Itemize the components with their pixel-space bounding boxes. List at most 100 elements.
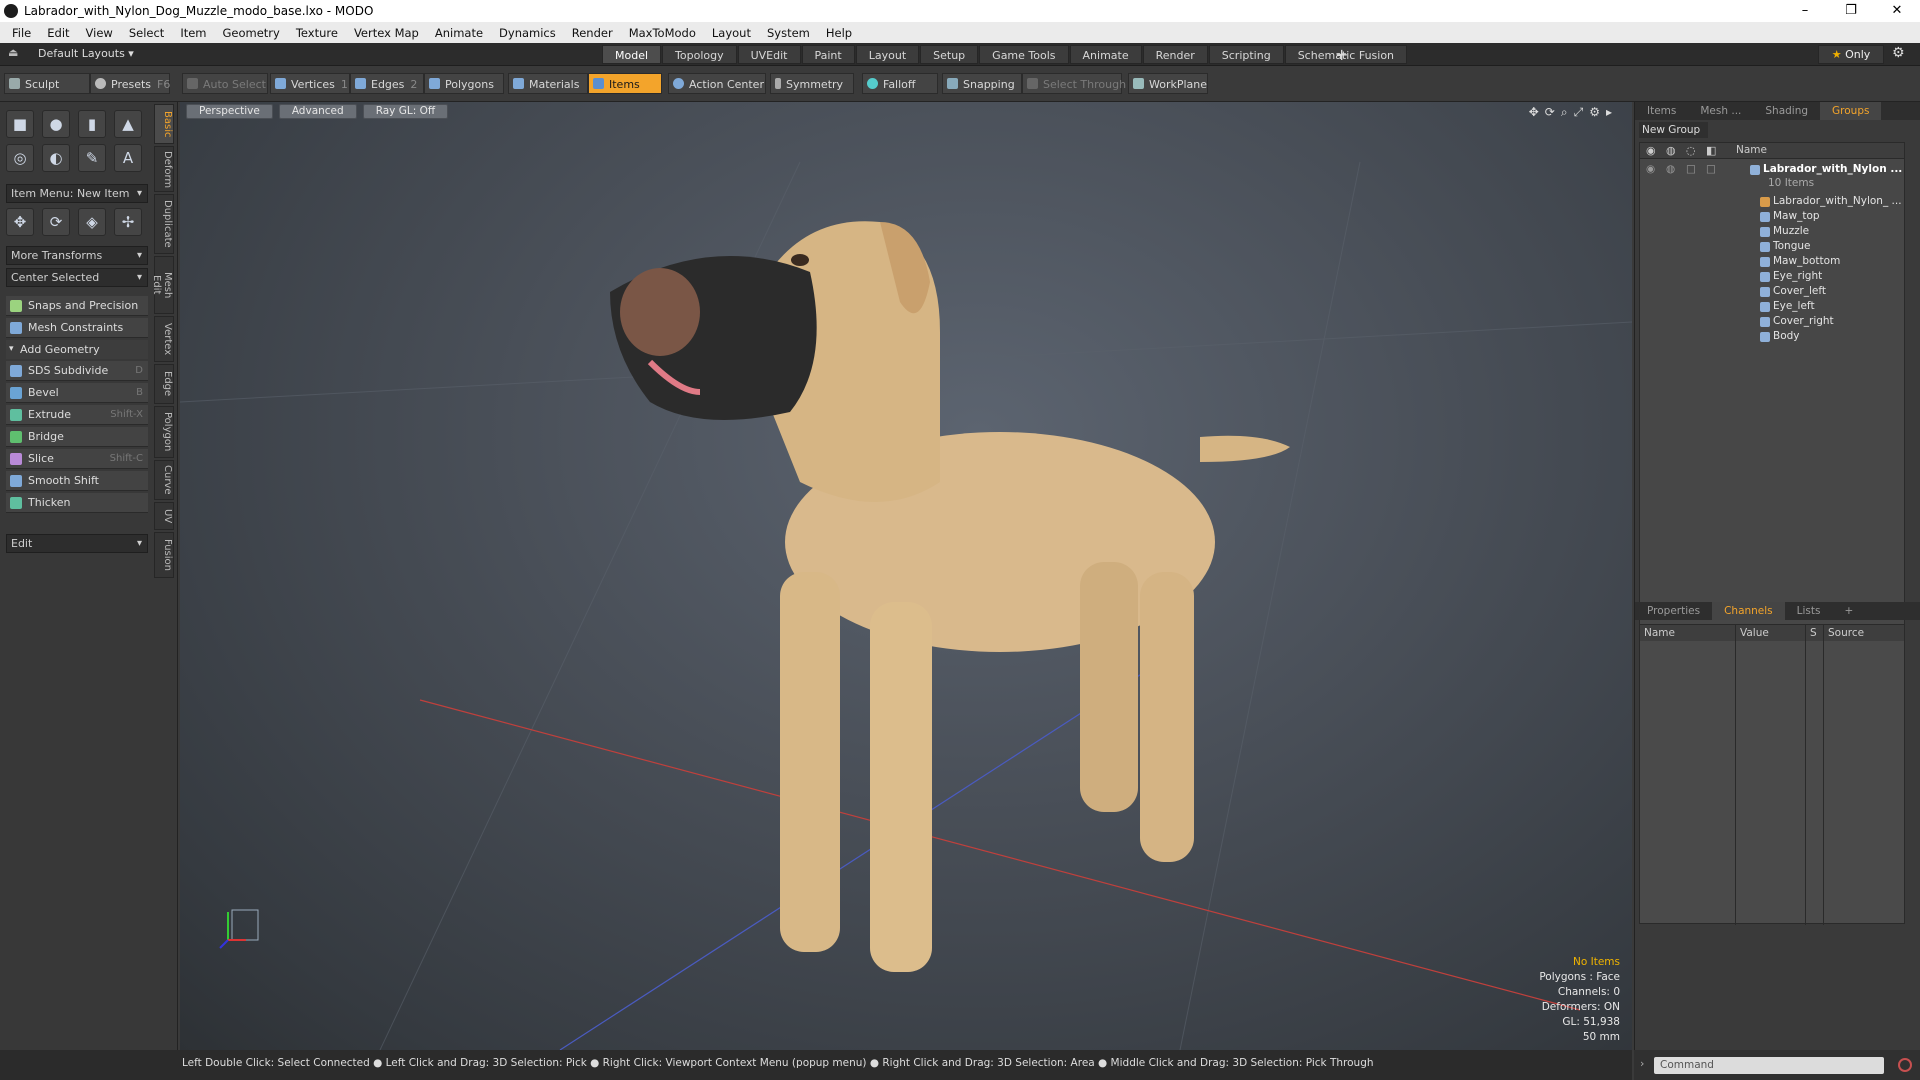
snaps-precision-button[interactable]: Snaps and Precision bbox=[6, 296, 148, 316]
torus-icon[interactable]: ◎ bbox=[6, 144, 34, 172]
edges-button[interactable]: Edges 2 bbox=[350, 73, 424, 94]
vtab-deform[interactable]: Deform bbox=[154, 146, 174, 192]
record-icon[interactable] bbox=[1898, 1058, 1912, 1072]
tab-game-tools[interactable]: Game Tools bbox=[979, 45, 1069, 64]
tab-render[interactable]: Render bbox=[1142, 45, 1208, 64]
render-toggle-icon[interactable]: ◍ bbox=[1666, 163, 1675, 175]
tab-items[interactable]: Items bbox=[1635, 102, 1688, 120]
minimize-button[interactable]: – bbox=[1782, 0, 1828, 22]
menu-texture[interactable]: Texture bbox=[288, 26, 346, 40]
restore-button[interactable]: ❐ bbox=[1828, 0, 1874, 22]
snapping-button[interactable]: Snapping bbox=[942, 73, 1022, 94]
polygons-button[interactable]: Polygons bbox=[424, 73, 504, 94]
close-button[interactable]: ✕ bbox=[1874, 0, 1920, 22]
tab-uvedit[interactable]: UVEdit bbox=[737, 45, 801, 64]
tab-topology[interactable]: Topology bbox=[662, 45, 737, 64]
eye-icon[interactable]: ◉ bbox=[1646, 163, 1655, 175]
tool-extrude[interactable]: Extrude Shift-X bbox=[6, 405, 148, 425]
vertices-button[interactable]: Vertices 1 bbox=[270, 73, 350, 94]
tab-layout[interactable]: Layout bbox=[855, 45, 920, 64]
move-icon[interactable]: ✥ bbox=[6, 208, 34, 236]
menu-system[interactable]: System bbox=[759, 26, 818, 40]
menu-maxtomodo[interactable]: MaxToModo bbox=[621, 26, 704, 40]
rotate-icon[interactable]: ⟳ bbox=[42, 208, 70, 236]
tool-bevel[interactable]: Bevel B bbox=[6, 383, 148, 403]
capsule-icon[interactable]: ◐ bbox=[42, 144, 70, 172]
command-input[interactable]: Command bbox=[1654, 1057, 1884, 1074]
tab-shading[interactable]: Shading bbox=[1753, 102, 1820, 120]
visibility-eye-icon[interactable]: ◉ bbox=[1646, 144, 1656, 157]
menu-layout[interactable]: Layout bbox=[704, 26, 759, 40]
tab-paint[interactable]: Paint bbox=[801, 45, 855, 64]
vtab-duplicate[interactable]: Duplicate bbox=[154, 194, 174, 254]
raygl-button[interactable]: Ray GL: Off bbox=[362, 104, 449, 119]
select-toggle-icon[interactable]: □ bbox=[1706, 163, 1716, 175]
item-menu-dropdown[interactable]: Item Menu: New Item bbox=[6, 184, 148, 203]
viewport-settings-icon[interactable]: ⚙ bbox=[1589, 105, 1606, 119]
menu-edit[interactable]: Edit bbox=[39, 26, 77, 40]
symmetry-button[interactable]: Symmetry bbox=[770, 73, 854, 94]
vtab-fusion[interactable]: Fusion bbox=[154, 532, 174, 578]
cone-icon[interactable]: ▲ bbox=[114, 110, 142, 138]
auto-select-button[interactable]: Auto Select bbox=[182, 73, 268, 94]
lock-toggle-icon[interactable]: □ bbox=[1686, 163, 1696, 175]
menu-select[interactable]: Select bbox=[121, 26, 172, 40]
menu-vertex-map[interactable]: Vertex Map bbox=[346, 26, 427, 40]
tab-model[interactable]: Model bbox=[602, 45, 662, 64]
layout-pin-icon[interactable]: ⏏ bbox=[8, 46, 18, 59]
menu-help[interactable]: Help bbox=[818, 26, 860, 40]
cylinder-icon[interactable]: ▮ bbox=[78, 110, 106, 138]
tab-lists[interactable]: Lists bbox=[1785, 602, 1833, 620]
mesh-constraints-button[interactable]: Mesh Constraints bbox=[6, 318, 148, 338]
menu-item[interactable]: Item bbox=[172, 26, 214, 40]
menu-render[interactable]: Render bbox=[564, 26, 621, 40]
only-toggle[interactable]: ★ Only bbox=[1818, 45, 1884, 64]
tab-scripting[interactable]: Scripting bbox=[1208, 45, 1284, 64]
action-center-button[interactable]: Action Center bbox=[668, 73, 766, 94]
tab-setup[interactable]: Setup bbox=[920, 45, 979, 64]
items-button[interactable]: Items bbox=[588, 73, 662, 94]
tool-sds-subdivide[interactable]: SDS Subdivide D bbox=[6, 361, 148, 381]
labrador-model[interactable] bbox=[610, 221, 1290, 972]
viewport-expand-icon[interactable]: ▸ bbox=[1606, 105, 1618, 119]
vtab-vertex[interactable]: Vertex bbox=[154, 316, 174, 362]
tab-groups[interactable]: Groups bbox=[1820, 102, 1882, 120]
scale-icon[interactable]: ◈ bbox=[78, 208, 106, 236]
pen-icon[interactable]: ✎ bbox=[78, 144, 106, 172]
menu-dynamics[interactable]: Dynamics bbox=[491, 26, 564, 40]
more-transforms-dropdown[interactable]: More Transforms bbox=[6, 246, 148, 265]
select-through-button[interactable]: Select Through bbox=[1022, 73, 1126, 94]
vtab-polygon[interactable]: Polygon bbox=[154, 406, 174, 458]
3d-viewport[interactable]: Perspective Advanced Ray GL: Off ✥⟳⌕⤢⚙▸ … bbox=[180, 102, 1632, 1050]
workplane-button[interactable]: WorkPlane bbox=[1128, 73, 1208, 94]
zoom-icon[interactable]: ⌕ bbox=[1561, 105, 1574, 119]
new-group-button[interactable]: New Group bbox=[1639, 122, 1709, 138]
sculpt-button[interactable]: Sculpt bbox=[4, 73, 90, 94]
menu-geometry[interactable]: Geometry bbox=[215, 26, 288, 40]
vtab-basic[interactable]: Basic bbox=[154, 104, 174, 144]
tab-channels[interactable]: Channels bbox=[1712, 602, 1785, 620]
vtab-mesh-edit[interactable]: Mesh Edit bbox=[151, 256, 174, 314]
tab-animate[interactable]: Animate bbox=[1069, 45, 1142, 64]
center-selected-dropdown[interactable]: Center Selected bbox=[6, 268, 148, 287]
tab-properties[interactable]: Properties bbox=[1635, 602, 1712, 620]
menu-view[interactable]: View bbox=[78, 26, 121, 40]
pan-icon[interactable]: ✥ bbox=[1529, 105, 1545, 119]
add-geometry-section[interactable]: Add Geometry bbox=[6, 340, 148, 359]
vtab-edge[interactable]: Edge bbox=[154, 364, 174, 404]
select-icon[interactable]: ◧ bbox=[1706, 144, 1716, 157]
cube-icon[interactable]: ■ bbox=[6, 110, 34, 138]
tool-bridge[interactable]: Bridge bbox=[6, 427, 148, 447]
lock-icon[interactable]: ◌ bbox=[1686, 144, 1696, 157]
advanced-button[interactable]: Advanced bbox=[278, 104, 357, 119]
add-tab-button[interactable]: + bbox=[1832, 602, 1865, 620]
gear-icon[interactable]: ⚙ bbox=[1892, 45, 1905, 61]
falloff-button[interactable]: Falloff bbox=[862, 73, 938, 94]
fit-icon[interactable]: ⤢ bbox=[1574, 105, 1590, 119]
orbit-icon[interactable]: ⟳ bbox=[1545, 105, 1561, 119]
materials-button[interactable]: Materials bbox=[508, 73, 588, 94]
text-icon[interactable]: A bbox=[114, 144, 142, 172]
menu-file[interactable]: File bbox=[4, 26, 39, 40]
presets-button[interactable]: Presets F6 bbox=[90, 73, 170, 94]
tree-item-row[interactable]: Body bbox=[1640, 328, 1904, 346]
